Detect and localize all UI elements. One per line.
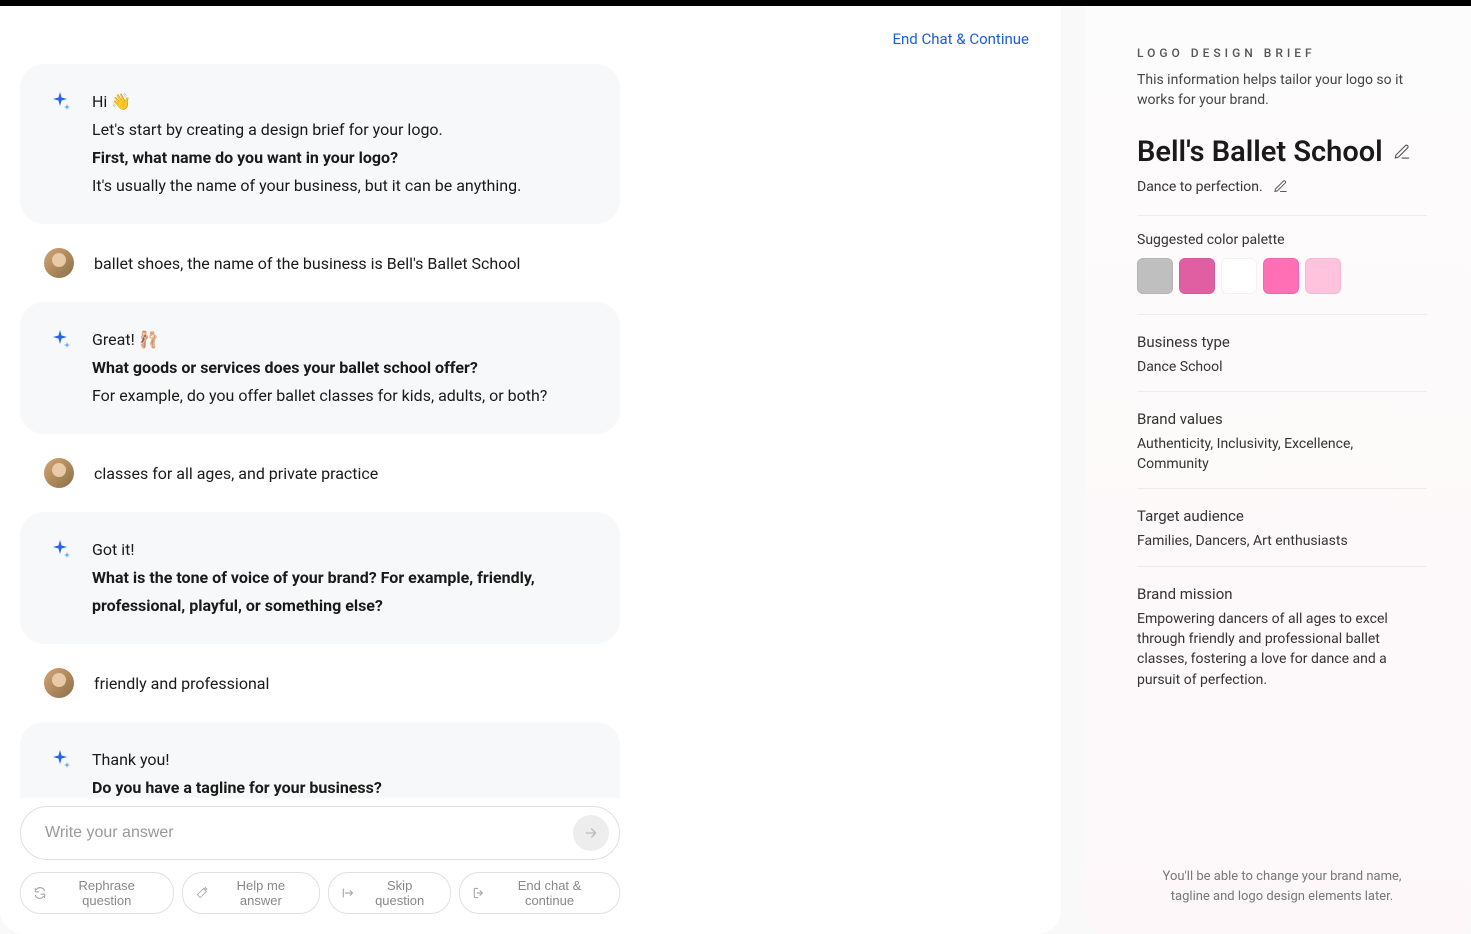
send-icon xyxy=(583,825,599,841)
bot-text-line: Got it! xyxy=(92,536,592,564)
color-swatch[interactable] xyxy=(1179,258,1215,294)
sparkle-icon xyxy=(48,90,72,114)
bot-text-line: What is the tone of voice of your brand?… xyxy=(92,564,592,620)
exit-icon xyxy=(472,886,486,900)
end-chat-link[interactable]: End Chat & Continue xyxy=(892,30,1029,48)
brief-footer-note: You'll be able to change your brand name… xyxy=(1137,867,1427,906)
user-message: ballet shoes, the name of the business i… xyxy=(20,240,620,286)
target-audience-value: Families, Dancers, Art enthusiasts xyxy=(1137,531,1427,551)
divider xyxy=(1137,314,1427,315)
user-avatar xyxy=(44,458,74,488)
skip-icon xyxy=(341,886,355,900)
divider xyxy=(1137,391,1427,392)
brief-description: This information helps tailor your logo … xyxy=(1137,70,1427,111)
refresh-icon xyxy=(33,886,47,900)
skip-chip[interactable]: Skip question xyxy=(328,872,451,914)
brand-mission-value: Empowering dancers of all ages to excel … xyxy=(1137,609,1427,690)
bot-text-line: Let's start by creating a design brief f… xyxy=(92,116,521,144)
answer-input[interactable] xyxy=(45,824,573,842)
edit-icon[interactable] xyxy=(1393,143,1411,161)
user-text: classes for all ages, and private practi… xyxy=(94,464,378,483)
color-swatch[interactable] xyxy=(1263,258,1299,294)
chip-label: Rephrase question xyxy=(53,878,161,908)
tagline: Dance to perfection. xyxy=(1137,179,1263,195)
end-chip[interactable]: End chat & continue xyxy=(459,872,620,914)
bot-message: Great! 🩰What goods or services does your… xyxy=(20,302,620,434)
bot-text-line: It's usually the name of your business, … xyxy=(92,172,521,200)
bot-message: Hi 👋Let's start by creating a design bri… xyxy=(20,64,620,224)
user-text: friendly and professional xyxy=(94,674,269,693)
bot-text-line: Thank you! xyxy=(92,746,382,774)
sparkle-icon xyxy=(48,328,72,352)
send-button[interactable] xyxy=(573,815,609,851)
sparkle-icon xyxy=(48,748,72,772)
user-text: ballet shoes, the name of the business i… xyxy=(94,254,520,273)
brand-name: Bell's Ballet School xyxy=(1137,135,1383,169)
sparkle-icon xyxy=(48,538,72,562)
chip-label: End chat & continue xyxy=(492,878,607,908)
user-message: friendly and professional xyxy=(20,660,620,706)
color-swatch[interactable] xyxy=(1137,258,1173,294)
help-chip[interactable]: Help me answer xyxy=(182,872,321,914)
bot-text-line: Hi 👋 xyxy=(92,88,521,116)
edit-icon[interactable] xyxy=(1273,179,1288,194)
divider xyxy=(1137,488,1427,489)
brand-values-label: Brand values xyxy=(1137,410,1427,428)
brand-values-value: Authenticity, Inclusivity, Excellence, C… xyxy=(1137,434,1427,475)
rephrase-chip[interactable]: Rephrase question xyxy=(20,872,174,914)
palette-row xyxy=(1137,258,1427,294)
user-avatar xyxy=(44,668,74,698)
brief-heading: LOGO DESIGN BRIEF xyxy=(1137,46,1427,60)
business-type-value: Dance School xyxy=(1137,357,1427,377)
palette-label: Suggested color palette xyxy=(1137,232,1427,248)
chat-body: Hi 👋Let's start by creating a design bri… xyxy=(20,64,1041,798)
chip-label: Help me answer xyxy=(214,878,307,908)
color-swatch[interactable] xyxy=(1221,258,1257,294)
bot-text-line: What goods or services does your ballet … xyxy=(92,354,547,382)
divider xyxy=(1137,215,1427,216)
bot-text-line: Great! 🩰 xyxy=(92,326,547,354)
bot-text-line: Do you have a tagline for your business? xyxy=(92,774,382,798)
user-avatar xyxy=(44,248,74,278)
business-type-label: Business type xyxy=(1137,333,1427,351)
bot-text-line: First, what name do you want in your log… xyxy=(92,144,521,172)
chat-panel: End Chat & Continue Hi 👋Let's start by c… xyxy=(0,6,1061,934)
magic-icon xyxy=(195,886,209,900)
brief-panel: LOGO DESIGN BRIEF This information helps… xyxy=(1085,6,1471,934)
brand-mission-label: Brand mission xyxy=(1137,585,1427,603)
divider xyxy=(1137,566,1427,567)
target-audience-label: Target audience xyxy=(1137,507,1427,525)
bot-message: Thank you!Do you have a tagline for your… xyxy=(20,722,620,798)
chip-label: Skip question xyxy=(361,878,438,908)
answer-input-container xyxy=(20,806,620,860)
user-message: classes for all ages, and private practi… xyxy=(20,450,620,496)
color-swatch[interactable] xyxy=(1305,258,1341,294)
bot-message: Got it!What is the tone of voice of your… xyxy=(20,512,620,644)
bot-text-line: For example, do you offer ballet classes… xyxy=(92,382,547,410)
